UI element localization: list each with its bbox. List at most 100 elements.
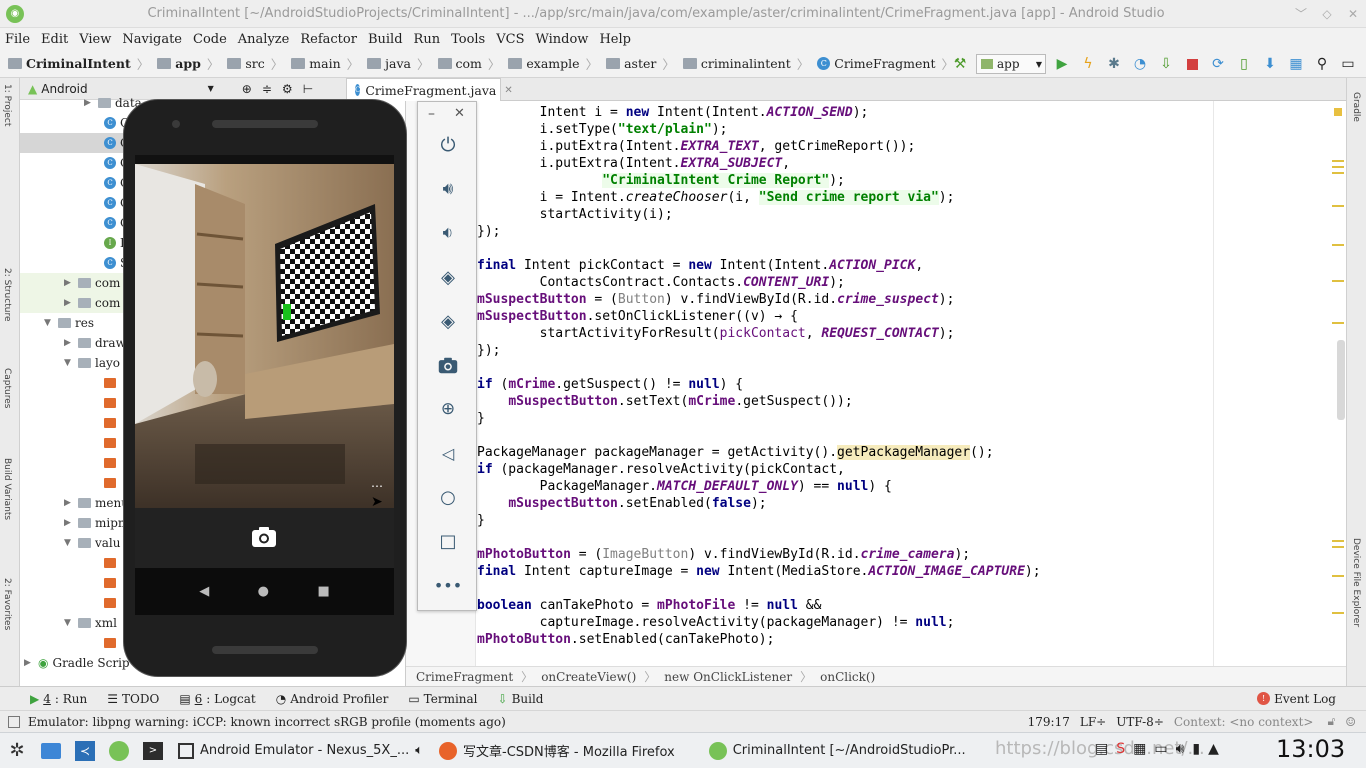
screenshot-icon[interactable]	[435, 352, 461, 378]
camera-shutter-icon[interactable]	[251, 526, 277, 548]
sdk-manager-icon[interactable]: ⬇	[1260, 54, 1280, 74]
menu-analyze[interactable]: Analyze	[233, 32, 296, 47]
crumb-project[interactable]: CriminalIntent 〉	[0, 54, 153, 73]
back-icon[interactable]: ◀	[199, 584, 209, 599]
volume-icon[interactable]: 🔊︎	[1176, 741, 1185, 757]
lock-icon[interactable]: 🔓︎	[1327, 714, 1335, 729]
device-file-explorer-tab[interactable]: Device File Explorer	[1351, 538, 1361, 627]
zoom-icon[interactable]: ⊕	[435, 396, 461, 422]
marker[interactable]	[1332, 172, 1344, 174]
inspector-icon[interactable]: ☺	[1345, 715, 1356, 729]
avd-manager-icon[interactable]: ▯	[1234, 54, 1254, 74]
run-config-select[interactable]: app ▼	[976, 54, 1046, 74]
power-icon[interactable]: ⏻	[435, 132, 461, 158]
breadcrumb-listener[interactable]: new OnClickListener	[664, 670, 792, 684]
tool-windows-icon[interactable]	[8, 715, 20, 728]
code-area[interactable]: Intent i = new Intent(Intent.ACTION_SEND…	[477, 104, 1337, 648]
task-android-emulator[interactable]: Android Emulator - Nexus_5X_... 🔈︎	[170, 742, 431, 759]
project-structure-icon[interactable]: ▦	[1286, 54, 1306, 74]
crumb-java[interactable]: java 〉	[363, 54, 433, 73]
tab-todo[interactable]: ☰ TODO	[97, 692, 169, 706]
menu-edit[interactable]: Edit	[36, 32, 74, 47]
menu-refactor[interactable]: Refactor	[295, 32, 363, 47]
close-emulator-icon[interactable]: ✕	[454, 106, 465, 121]
structure-tool-tab[interactable]: 2: Structure	[2, 268, 12, 322]
marker[interactable]	[1332, 575, 1344, 577]
terminal-taskbar-icon[interactable]: >	[139, 737, 167, 765]
recents-icon[interactable]: ■	[317, 584, 329, 599]
crumb-src[interactable]: src 〉	[223, 54, 287, 73]
clock[interactable]: 13:03	[1276, 735, 1345, 763]
menu-code[interactable]: Code	[188, 32, 233, 47]
tab-terminal[interactable]: ▭ Terminal	[398, 692, 487, 706]
stop-icon[interactable]	[1182, 54, 1202, 74]
caret-position[interactable]: 179:17	[1028, 715, 1070, 729]
menu-window[interactable]: Window	[530, 32, 594, 47]
file-encoding[interactable]: UTF-8÷	[1116, 715, 1164, 729]
sogou-input-icon[interactable]: S	[1116, 741, 1125, 757]
attach-debugger-icon[interactable]: ⇩	[1156, 54, 1176, 74]
marker[interactable]	[1332, 160, 1344, 162]
build-variants-tool-tab[interactable]: Build Variants	[2, 458, 12, 520]
camera-viewfinder[interactable]: ⋯	[135, 164, 394, 508]
context-indicator[interactable]: Context: <no context>	[1174, 715, 1314, 729]
marker[interactable]	[1332, 166, 1344, 168]
breadcrumb-method[interactable]: onCreateView()	[541, 670, 636, 684]
debug-icon[interactable]: ✱	[1104, 54, 1124, 74]
crumb-criminalintent[interactable]: criminalintent 〉	[679, 54, 813, 73]
menu-vcs[interactable]: VCS	[491, 32, 530, 47]
minimize-icon[interactable]: ﹀	[1288, 5, 1314, 22]
vscode-icon[interactable]: ≺	[71, 737, 99, 765]
maximize-icon[interactable]: ◇	[1314, 7, 1340, 21]
tab-android-profiler[interactable]: ◔ Android Profiler	[266, 692, 399, 706]
code-editor[interactable]: Intent i = new Intent(Intent.ACTION_SEND…	[406, 101, 1346, 666]
crumb-crimefragment[interactable]: C CrimeFragment 〉	[813, 54, 958, 73]
home-icon[interactable]: ●	[258, 584, 269, 599]
emulator-screen[interactable]: ⋯ ◀ ● ■	[135, 155, 394, 615]
rotate-left-icon[interactable]: ◈	[435, 264, 461, 290]
tab-logcat[interactable]: ▤ 6: Logcat	[169, 692, 265, 706]
task-firefox[interactable]: 写文章-CSDN博客 - Mozilla Firefox	[431, 741, 683, 760]
status-message[interactable]: Emulator: libpng warning: iCCP: known in…	[28, 715, 506, 729]
window-layout-icon[interactable]: ▭	[1338, 54, 1358, 74]
marker[interactable]	[1332, 612, 1344, 614]
make-project-icon[interactable]: ⚒	[950, 54, 970, 74]
tab-build[interactable]: ⇩ Build	[488, 692, 554, 706]
editor-scrollbar[interactable]	[1337, 340, 1345, 420]
marker[interactable]	[1332, 322, 1344, 324]
marker[interactable]	[1332, 244, 1344, 246]
marker[interactable]	[1332, 540, 1344, 542]
marker[interactable]	[1332, 546, 1344, 548]
power-tray-icon[interactable]: ▲	[1208, 741, 1219, 757]
gradle-tool-tab[interactable]: Gradle	[1351, 92, 1361, 122]
menu-run[interactable]: Run	[409, 32, 447, 47]
menu-tools[interactable]: Tools	[446, 32, 491, 47]
tab-run[interactable]: ▶ 4: Run	[0, 692, 97, 706]
breadcrumb-class[interactable]: CrimeFragment	[416, 670, 513, 684]
apply-changes-icon[interactable]: ϟ	[1078, 54, 1098, 74]
tab-crimefragment[interactable]: C CrimeFragment.java ✕	[346, 78, 513, 101]
crumb-com[interactable]: com 〉	[434, 54, 505, 73]
menu-build[interactable]: Build	[363, 32, 409, 47]
menu-view[interactable]: View	[74, 32, 117, 47]
crumb-aster[interactable]: aster 〉	[602, 54, 679, 73]
task-android-studio[interactable]: CriminalIntent [~/AndroidStudioPr...	[701, 741, 974, 760]
keyboard-icon[interactable]: ▦	[1133, 741, 1146, 757]
volume-down-icon[interactable]: 🔉︎	[435, 220, 461, 246]
project-view-select[interactable]: Android	[41, 82, 87, 96]
favorites-tool-tab[interactable]: 2: Favorites	[2, 578, 12, 630]
line-separator[interactable]: LF÷	[1080, 715, 1106, 729]
breadcrumb-onclick[interactable]: onClick()	[820, 670, 875, 684]
captures-tool-tab[interactable]: Captures	[2, 368, 12, 408]
run-icon[interactable]: ▶	[1052, 54, 1072, 74]
sync-gradle-icon[interactable]: ⟳	[1208, 54, 1228, 74]
more-options-icon[interactable]: •••	[434, 572, 462, 598]
marker[interactable]	[1332, 205, 1344, 207]
tab-event-log[interactable]: ! Event Log	[1247, 692, 1366, 706]
overview-icon[interactable]: □	[435, 528, 461, 554]
crumb-example[interactable]: example 〉	[504, 54, 602, 73]
battery-icon[interactable]: ▮	[1192, 741, 1200, 757]
android-studio-taskbar-icon[interactable]	[105, 737, 133, 765]
volume-up-icon[interactable]: 🔊︎	[435, 176, 461, 202]
menu-navigate[interactable]: Navigate	[117, 32, 188, 47]
